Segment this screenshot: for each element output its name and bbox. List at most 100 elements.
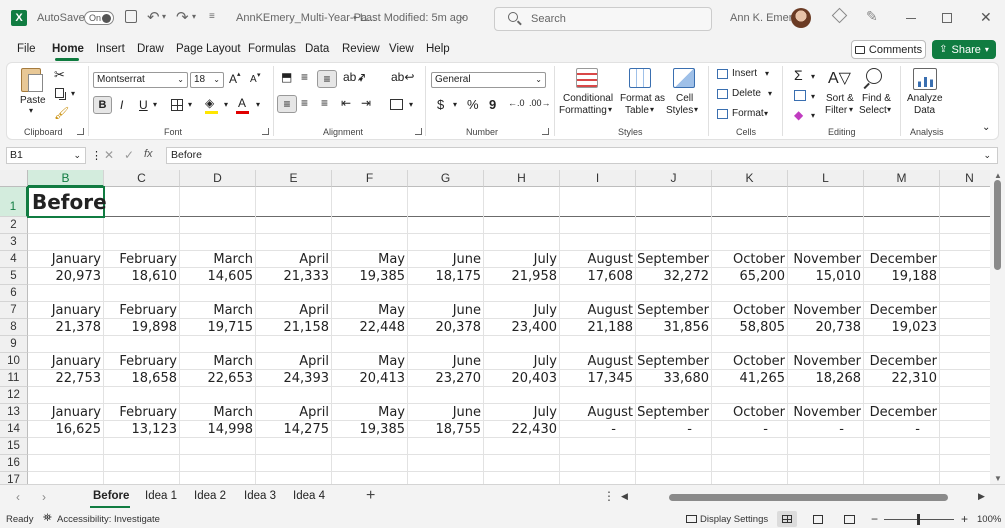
- wrap-text-icon[interactable]: ab↩: [391, 70, 414, 84]
- sheet-tab-idea-3[interactable]: Idea 3: [244, 490, 276, 502]
- menu-insert[interactable]: Insert: [96, 43, 125, 59]
- month-cell[interactable]: February: [104, 251, 180, 268]
- avatar[interactable]: [791, 8, 811, 28]
- month-cell[interactable]: December: [864, 302, 940, 319]
- formula-bar[interactable]: Before ⌄: [166, 147, 998, 164]
- copy-icon[interactable]: [55, 88, 64, 98]
- value-cell[interactable]: 22,448: [332, 319, 408, 336]
- scroll-right-icon[interactable]: ▶: [978, 491, 985, 502]
- diamond-icon[interactable]: [831, 7, 848, 24]
- filename-chevron-icon[interactable]: ⌄: [459, 11, 467, 22]
- month-cell[interactable]: January: [28, 404, 104, 421]
- month-cell[interactable]: November: [788, 251, 864, 268]
- column-header-g[interactable]: G: [408, 170, 484, 187]
- row-header-13[interactable]: 13: [0, 404, 28, 421]
- value-cell[interactable]: 23,400: [484, 319, 560, 336]
- column-header-e[interactable]: E: [256, 170, 332, 187]
- value-cell[interactable]: 20,413: [332, 370, 408, 387]
- month-cell[interactable]: July: [484, 251, 560, 268]
- search-box[interactable]: Search: [494, 7, 712, 31]
- month-cell[interactable]: October: [712, 353, 788, 370]
- clear-icon[interactable]: ◆: [794, 108, 803, 122]
- value-cell[interactable]: -: [560, 421, 636, 438]
- conditional-formatting-button[interactable]: Conditional Formatting ▾: [558, 66, 616, 122]
- value-cell[interactable]: 22,430: [484, 421, 560, 438]
- column-header-j[interactable]: J: [636, 170, 712, 187]
- menu-view[interactable]: View: [389, 43, 414, 59]
- name-box[interactable]: B1 ⌄: [6, 147, 86, 164]
- month-cell[interactable]: January: [28, 251, 104, 268]
- value-cell[interactable]: 19,715: [180, 319, 256, 336]
- month-cell[interactable]: February: [104, 302, 180, 319]
- month-cell[interactable]: March: [180, 353, 256, 370]
- percent-icon[interactable]: %: [467, 97, 479, 112]
- column-header-b[interactable]: B: [28, 170, 104, 187]
- value-cell[interactable]: 19,385: [332, 268, 408, 285]
- row-header-6[interactable]: 6: [0, 285, 28, 302]
- value-cell[interactable]: 19,188: [864, 268, 940, 285]
- month-cell[interactable]: April: [256, 404, 332, 421]
- alignment-launcher-icon[interactable]: [415, 128, 422, 135]
- font-size-combo[interactable]: 18 ⌄: [190, 72, 224, 88]
- row-header-11[interactable]: 11: [0, 370, 28, 387]
- month-cell[interactable]: May: [332, 251, 408, 268]
- value-cell[interactable]: 13,123: [104, 421, 180, 438]
- month-cell[interactable]: April: [256, 302, 332, 319]
- paste-button[interactable]: Paste ▾: [16, 66, 48, 116]
- value-cell[interactable]: 21,378: [28, 319, 104, 336]
- cancel-entry-icon[interactable]: ✕: [104, 148, 114, 162]
- month-cell[interactable]: March: [180, 404, 256, 421]
- customize-toolbar-icon[interactable]: ≡: [209, 11, 215, 22]
- comments-button[interactable]: Comments: [851, 40, 926, 59]
- menu-review[interactable]: Review: [342, 43, 380, 59]
- number-launcher-icon[interactable]: [542, 128, 549, 135]
- accessibility-status[interactable]: Accessibility: Investigate: [57, 514, 160, 525]
- display-settings-icon[interactable]: [686, 515, 697, 523]
- value-cell[interactable]: -: [864, 421, 940, 438]
- align-left-icon[interactable]: ≡: [277, 95, 297, 113]
- copy-dropdown-icon[interactable]: ▾: [71, 89, 75, 98]
- find-select-button[interactable]: Find & Select ▾: [858, 66, 896, 122]
- column-header-f[interactable]: F: [332, 170, 408, 187]
- underline-button[interactable]: U: [139, 98, 148, 112]
- value-cell[interactable]: 20,973: [28, 268, 104, 285]
- minimize-icon[interactable]: [906, 18, 916, 19]
- month-cell[interactable]: November: [788, 353, 864, 370]
- page-break-view-icon[interactable]: [844, 515, 855, 524]
- month-cell[interactable]: August: [560, 404, 636, 421]
- row-header-2[interactable]: 2: [0, 217, 28, 234]
- cut-icon[interactable]: ✂: [54, 67, 65, 83]
- column-header-h[interactable]: H: [484, 170, 560, 187]
- row-header-10[interactable]: 10: [0, 353, 28, 370]
- value-cell[interactable]: 14,998: [180, 421, 256, 438]
- undo-dropdown-icon[interactable]: ▾: [162, 12, 166, 21]
- merge-center-icon[interactable]: [390, 99, 403, 110]
- scroll-up-icon[interactable]: ▲: [994, 171, 1002, 180]
- column-header-l[interactable]: L: [788, 170, 864, 187]
- share-button[interactable]: ⇪ Share ▾: [932, 40, 996, 59]
- menu-formulas[interactable]: Formulas: [248, 43, 296, 59]
- month-cell[interactable]: November: [788, 302, 864, 319]
- spreadsheet-grid[interactable]: BCDEFGHIJKLMN 1 2 3 4 5 6 7 8 9 10 11 12 13 14 15 16 17 …: [0, 170, 990, 484]
- row-header-16[interactable]: 16: [0, 455, 28, 472]
- row-header-5[interactable]: 5: [0, 268, 28, 285]
- redo-dropdown-icon[interactable]: ▾: [192, 12, 196, 21]
- bold-button[interactable]: B: [93, 96, 112, 114]
- autosum-dropdown-icon[interactable]: ▾: [811, 72, 815, 81]
- month-cell[interactable]: February: [104, 353, 180, 370]
- align-bottom-icon[interactable]: ≡: [317, 70, 337, 88]
- delete-cells-button[interactable]: Delete ▾: [715, 87, 777, 102]
- pen-icon[interactable]: ✎: [866, 8, 878, 25]
- value-cell[interactable]: 20,378: [408, 319, 484, 336]
- save-icon[interactable]: [125, 10, 137, 23]
- value-cell[interactable]: 23,270: [408, 370, 484, 387]
- month-cell[interactable]: October: [712, 302, 788, 319]
- borders-dropdown-icon[interactable]: ▾: [188, 100, 192, 109]
- row-header-3[interactable]: 3: [0, 234, 28, 251]
- font-launcher-icon[interactable]: [262, 128, 269, 135]
- month-cell[interactable]: May: [332, 353, 408, 370]
- month-cell[interactable]: September: [636, 353, 712, 370]
- number-format-combo[interactable]: General ⌄: [431, 72, 546, 88]
- row-header-4[interactable]: 4: [0, 251, 28, 268]
- sheet-tab-idea-2[interactable]: Idea 2: [194, 490, 226, 502]
